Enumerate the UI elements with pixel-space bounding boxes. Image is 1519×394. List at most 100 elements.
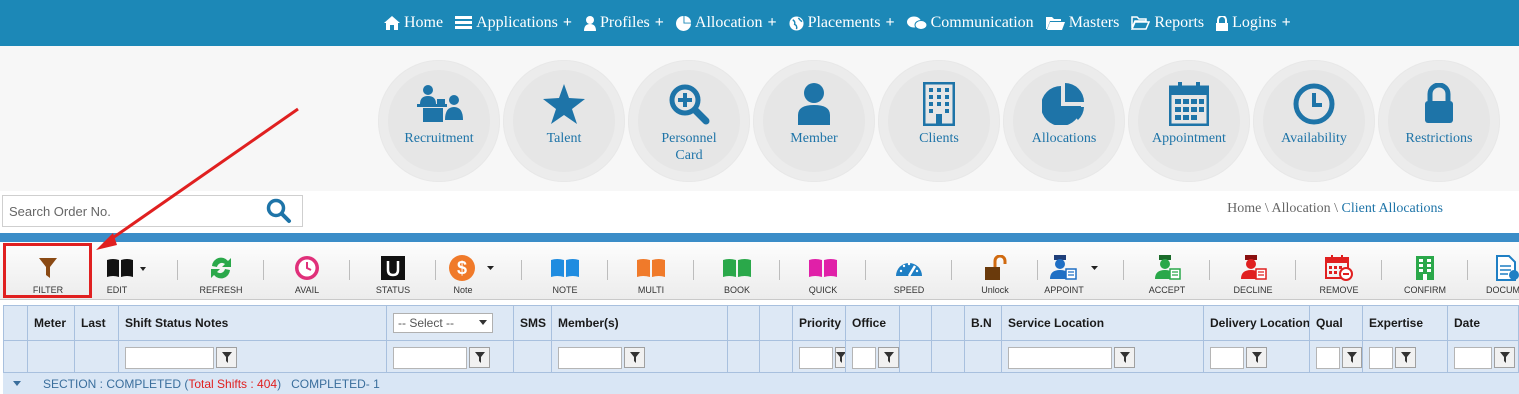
filter-menu-button[interactable] [1246,347,1267,368]
quick-button[interactable]: QUICK [780,254,866,298]
nav-profiles-label: Profiles [600,14,650,31]
nav-reports[interactable]: Reports [1131,14,1204,32]
nav-masters[interactable]: Masters [1045,14,1120,32]
column-header-sms[interactable]: SMS [514,306,552,340]
remove-button[interactable]: REMOVE [1296,254,1382,298]
column-header-blank-3[interactable] [900,306,932,340]
nav-masters-label: Masters [1068,14,1120,31]
breadcrumb-separator: \ [1261,201,1272,216]
tile-talent[interactable]: Talent [503,60,625,182]
column-header-bn[interactable]: B.N [965,306,1002,340]
column-header-service-location[interactable]: Service Location [1002,306,1204,340]
column-header-blank-4[interactable] [932,306,965,340]
tile-recruitment[interactable]: Recruitment [378,60,500,182]
column-header-status-select[interactable]: -- Select -- [387,306,514,340]
filter-input-priority[interactable] [799,346,833,369]
edit-button[interactable]: EDIT [83,254,169,298]
status-select[interactable]: -- Select -- [393,313,493,333]
nav-communication[interactable]: Communication [906,14,1034,32]
column-header-blank-1[interactable] [728,306,760,340]
filter-menu-button[interactable] [624,347,645,368]
column-header-priority[interactable]: Priority [793,306,846,340]
status-button[interactable]: STATUS [350,254,436,298]
accept-button[interactable]: ACCEPT [1124,254,1210,298]
appoint-button[interactable]: APPOINT [1030,254,1116,298]
breadcrumb-home[interactable]: Home [1227,201,1261,216]
filter-menu-button[interactable] [469,347,490,368]
document-button[interactable]: DOCUM [1468,254,1519,298]
note-dollar-button[interactable]: $ Note [428,254,514,298]
tile-allocations[interactable]: Allocations [1003,60,1125,182]
nav-home[interactable]: Home [384,14,443,32]
tile-clients[interactable]: Clients [878,60,1000,182]
tile-availability[interactable]: Availability [1253,60,1375,182]
filter-menu-button[interactable] [1395,347,1416,368]
group-row-completed[interactable]: SECTION : COMPLETED (Total Shifts : 404)… [3,373,1519,394]
document-icon [1496,255,1519,281]
group-total-shifts: Total Shifts : 404 [188,376,278,391]
note-button[interactable]: NOTE [522,254,608,298]
filter-input-delivery-location[interactable] [1210,346,1244,369]
confirm-button-label: CONFIRM [1404,285,1446,295]
filter-input-members[interactable] [558,346,622,369]
filter-cell-members [552,340,728,374]
tile-personnel-card[interactable]: Personnel Card [628,60,750,182]
unlock-icon [985,255,1007,280]
column-header-delivery-location[interactable]: Delivery Location [1204,306,1310,340]
tile-appointment[interactable]: Appointment [1128,60,1250,182]
multi-button-label: MULTI [637,285,665,295]
column-header-members[interactable]: Member(s) [552,306,728,340]
toolbar-top-stripe [0,233,1519,242]
book-orange-icon [637,259,665,277]
nav-placements-label: Placements [807,14,881,31]
column-header-meter[interactable]: Meter [28,306,75,340]
column-header-last[interactable]: Last [75,306,119,340]
nav-profiles[interactable]: Profiles + [584,14,664,32]
filter-input-status[interactable] [393,346,467,369]
nav-logins[interactable]: Logins + [1216,14,1291,32]
column-header-blank-2[interactable] [760,306,793,340]
nav-placements[interactable]: Placements + [789,14,895,32]
filter-input-shift-status-notes[interactable] [125,346,214,369]
filter-menu-button[interactable] [1342,347,1362,368]
refresh-button[interactable]: REFRESH [178,254,264,298]
column-header-office[interactable]: Office [846,306,900,340]
confirm-button[interactable]: CONFIRM [1382,254,1468,298]
multi-button[interactable]: MULTI [608,254,694,298]
breadcrumb-section[interactable]: Allocation [1272,201,1331,216]
chevron-down-icon [479,320,487,325]
nav-allocation[interactable]: Allocation + [675,14,777,32]
filter-menu-button[interactable] [1114,347,1135,368]
filter-cell-meter [28,340,75,374]
breadcrumb: Home \ Allocation \ Client Allocations [1227,201,1443,217]
filter-input-qual[interactable] [1316,346,1340,369]
column-header-qual[interactable]: Qual [1310,306,1363,340]
filter-menu-button[interactable] [216,347,237,368]
nav-applications[interactable]: Applications + [455,14,572,32]
list-icon [455,16,473,29]
speed-button[interactable]: SPEED [866,254,952,298]
clock-icon [1253,82,1375,126]
filter-input-office[interactable] [852,346,876,369]
column-header-expertise[interactable]: Expertise [1363,306,1448,340]
folder-open-icon [1045,17,1065,30]
column-header-date[interactable]: Date [1448,306,1519,340]
avail-button[interactable]: AVAIL [264,254,350,298]
filter-input-expertise[interactable] [1369,346,1393,369]
search-order-input[interactable] [3,197,266,225]
filter-menu-button[interactable] [1494,347,1515,368]
tile-restrictions[interactable]: Restrictions [1378,60,1500,182]
grid-header-indicator [4,306,28,340]
column-header-shift-status-notes[interactable]: Shift Status Notes [119,306,387,340]
filter-input-date[interactable] [1454,346,1492,369]
filter-menu-button[interactable] [878,347,899,368]
search-icon[interactable] [266,198,292,224]
book-button[interactable]: BOOK [694,254,780,298]
tile-member[interactable]: Member [753,60,875,182]
decline-button[interactable]: DECLINE [1210,254,1296,298]
filter-menu-button[interactable] [835,347,845,368]
status-select-value: -- Select -- [398,316,455,330]
filter-input-service-location[interactable] [1008,346,1112,369]
unlock-button[interactable]: Unlock [952,254,1038,298]
caret-down-icon[interactable] [13,380,21,387]
